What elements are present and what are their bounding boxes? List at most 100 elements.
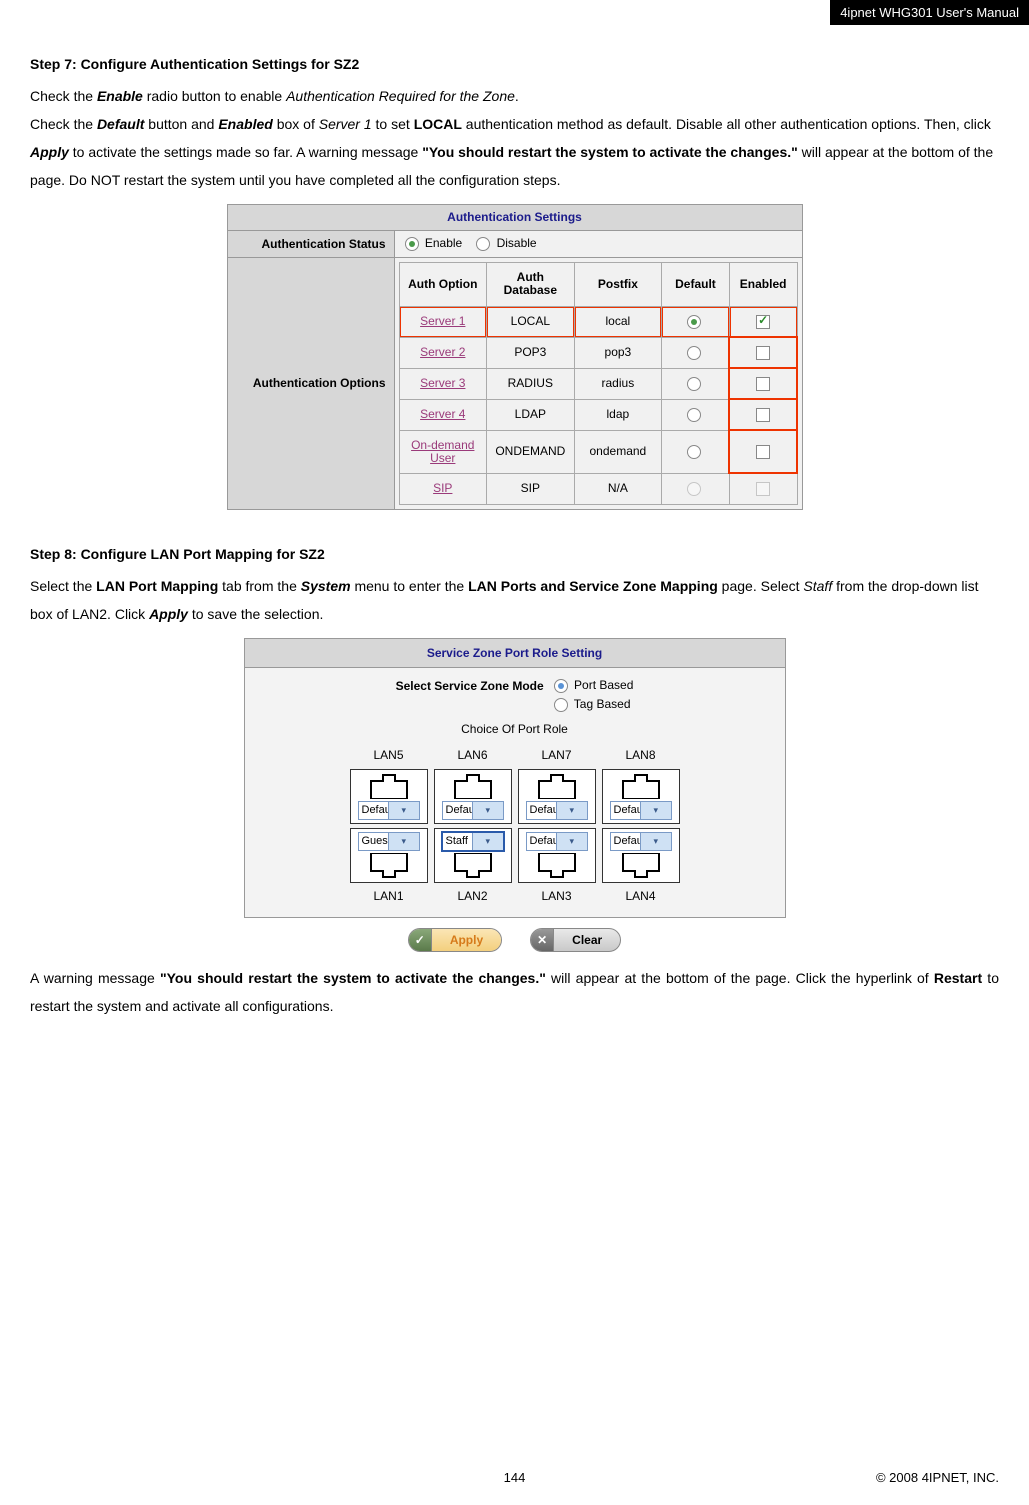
cell-db: RADIUS xyxy=(487,368,575,399)
apply-label: Apply xyxy=(432,928,501,952)
rj45-icon xyxy=(617,773,665,799)
text: to set xyxy=(372,116,414,132)
choice-label: Choice Of Port Role xyxy=(275,722,755,736)
text: page. Select xyxy=(718,578,804,594)
default-radio[interactable] xyxy=(687,346,701,360)
server2-link[interactable]: Server 2 xyxy=(420,345,465,359)
enabled-checkbox[interactable] xyxy=(756,346,770,360)
port-lan7: Default▾ xyxy=(518,769,596,824)
cell-pf: local xyxy=(574,306,662,337)
select-value: Default xyxy=(527,835,557,848)
check-icon: ✓ xyxy=(409,929,432,951)
lan2-label: LAN2 xyxy=(434,887,512,905)
local-term: LOCAL xyxy=(414,116,462,132)
text: will appear at the bottom of the page. C… xyxy=(546,970,934,986)
step8-title: Step 8: Configure LAN Port Mapping for S… xyxy=(30,540,999,568)
lan2-select[interactable]: Staff▾ xyxy=(442,832,504,851)
enabled-checkbox[interactable] xyxy=(756,408,770,422)
rj45-icon xyxy=(533,853,581,879)
chevron-down-icon: ▾ xyxy=(388,833,419,850)
server3-link[interactable]: Server 3 xyxy=(420,376,465,390)
col-postfix: Postfix xyxy=(574,263,662,306)
cell-pf: radius xyxy=(574,368,662,399)
sip-link[interactable]: SIP xyxy=(433,481,452,495)
clear-label: Clear xyxy=(554,928,620,952)
text: Check the xyxy=(30,88,97,104)
auth-settings-title: Authentication Settings xyxy=(227,204,803,231)
cell-db: SIP xyxy=(487,473,575,504)
text: Check the xyxy=(30,116,97,132)
text: button and xyxy=(144,116,218,132)
lan3-select[interactable]: Default▾ xyxy=(526,832,588,851)
ondemand-link[interactable]: On-demand User xyxy=(411,438,474,465)
cell-db: LDAP xyxy=(487,399,575,430)
default-radio[interactable] xyxy=(687,315,701,329)
server4-link[interactable]: Server 4 xyxy=(420,407,465,421)
step7-paragraph: Check the Enable radio button to enable … xyxy=(30,82,999,194)
select-value: Staff xyxy=(443,835,473,848)
text: radio button to enable xyxy=(143,88,286,104)
enabled-term: Enabled xyxy=(218,116,272,132)
auth-status-disable-radio[interactable] xyxy=(476,237,490,251)
cell-db: ONDEMAND xyxy=(487,430,575,473)
apply-button[interactable]: ✓ Apply xyxy=(408,928,502,952)
lan4-select[interactable]: Default▾ xyxy=(610,832,672,851)
select-value: Default xyxy=(527,804,557,817)
enabled-checkbox[interactable] xyxy=(756,445,770,459)
lpszm-term: LAN Ports and Service Zone Mapping xyxy=(468,578,718,594)
select-value: Default xyxy=(443,804,473,817)
chevron-down-icon: ▾ xyxy=(640,802,671,819)
port-role-title: Service Zone Port Role Setting xyxy=(245,639,785,668)
clear-button[interactable]: ✕ Clear xyxy=(530,928,621,952)
lan1-select[interactable]: Guest▾ xyxy=(358,832,420,851)
lan7-select[interactable]: Default▾ xyxy=(526,801,588,820)
enabled-checkbox[interactable] xyxy=(756,315,770,329)
chevron-down-icon: ▾ xyxy=(640,833,671,850)
authreq-term: Authentication Required for the Zone xyxy=(286,88,515,104)
cell-db: POP3 xyxy=(487,337,575,368)
port-lan4: Default▾ xyxy=(602,828,680,883)
system-term: System xyxy=(301,578,351,594)
lan6-select[interactable]: Default▾ xyxy=(442,801,504,820)
port-lan6: Default▾ xyxy=(434,769,512,824)
server1-link[interactable]: Server 1 xyxy=(420,314,465,328)
auth-settings-screenshot: Authentication Settings Authentication S… xyxy=(227,204,803,510)
default-radio-disabled xyxy=(687,482,701,496)
page-number: 144 xyxy=(353,1470,676,1485)
lpm-term: LAN Port Mapping xyxy=(96,578,218,594)
col-auth-database: Auth Database xyxy=(487,263,575,306)
default-radio[interactable] xyxy=(687,377,701,391)
enabled-checkbox-disabled xyxy=(756,482,770,496)
mode-opt-b: Tag Based xyxy=(574,697,631,711)
lan5-select[interactable]: Default▾ xyxy=(358,801,420,820)
text: to activate the settings made so far. A … xyxy=(69,144,422,160)
rj45-icon xyxy=(365,773,413,799)
doc-header: 4ipnet WHG301 User's Manual xyxy=(830,0,1029,25)
port-lan2: Staff▾ xyxy=(434,828,512,883)
page-footer: 144 © 2008 4IPNET, INC. xyxy=(30,1470,999,1485)
cell-pf: ldap xyxy=(574,399,662,430)
select-value: Guest xyxy=(359,835,389,848)
default-radio[interactable] xyxy=(687,408,701,422)
mode-tagbased-radio[interactable] xyxy=(554,698,568,712)
lan8-label: LAN8 xyxy=(602,746,680,764)
chevron-down-icon: ▾ xyxy=(472,833,503,850)
chevron-down-icon: ▾ xyxy=(388,802,419,819)
cell-pf: pop3 xyxy=(574,337,662,368)
staff-term: Staff xyxy=(803,578,832,594)
chevron-down-icon: ▾ xyxy=(556,802,587,819)
enabled-checkbox[interactable] xyxy=(756,377,770,391)
col-enabled: Enabled xyxy=(729,263,797,306)
col-auth-option: Auth Option xyxy=(399,263,487,306)
lan8-select[interactable]: Default▾ xyxy=(610,801,672,820)
port-lan8: Default▾ xyxy=(602,769,680,824)
cell-pf: N/A xyxy=(574,473,662,504)
mode-portbased-radio[interactable] xyxy=(554,679,568,693)
default-radio[interactable] xyxy=(687,445,701,459)
port-lan1: Guest▾ xyxy=(350,828,428,883)
text: authentication method as default. Disabl… xyxy=(462,116,991,132)
port-lan3: Default▾ xyxy=(518,828,596,883)
auth-status-enable-radio[interactable] xyxy=(405,237,419,251)
rj45-icon xyxy=(365,853,413,879)
lan1-label: LAN1 xyxy=(350,887,428,905)
